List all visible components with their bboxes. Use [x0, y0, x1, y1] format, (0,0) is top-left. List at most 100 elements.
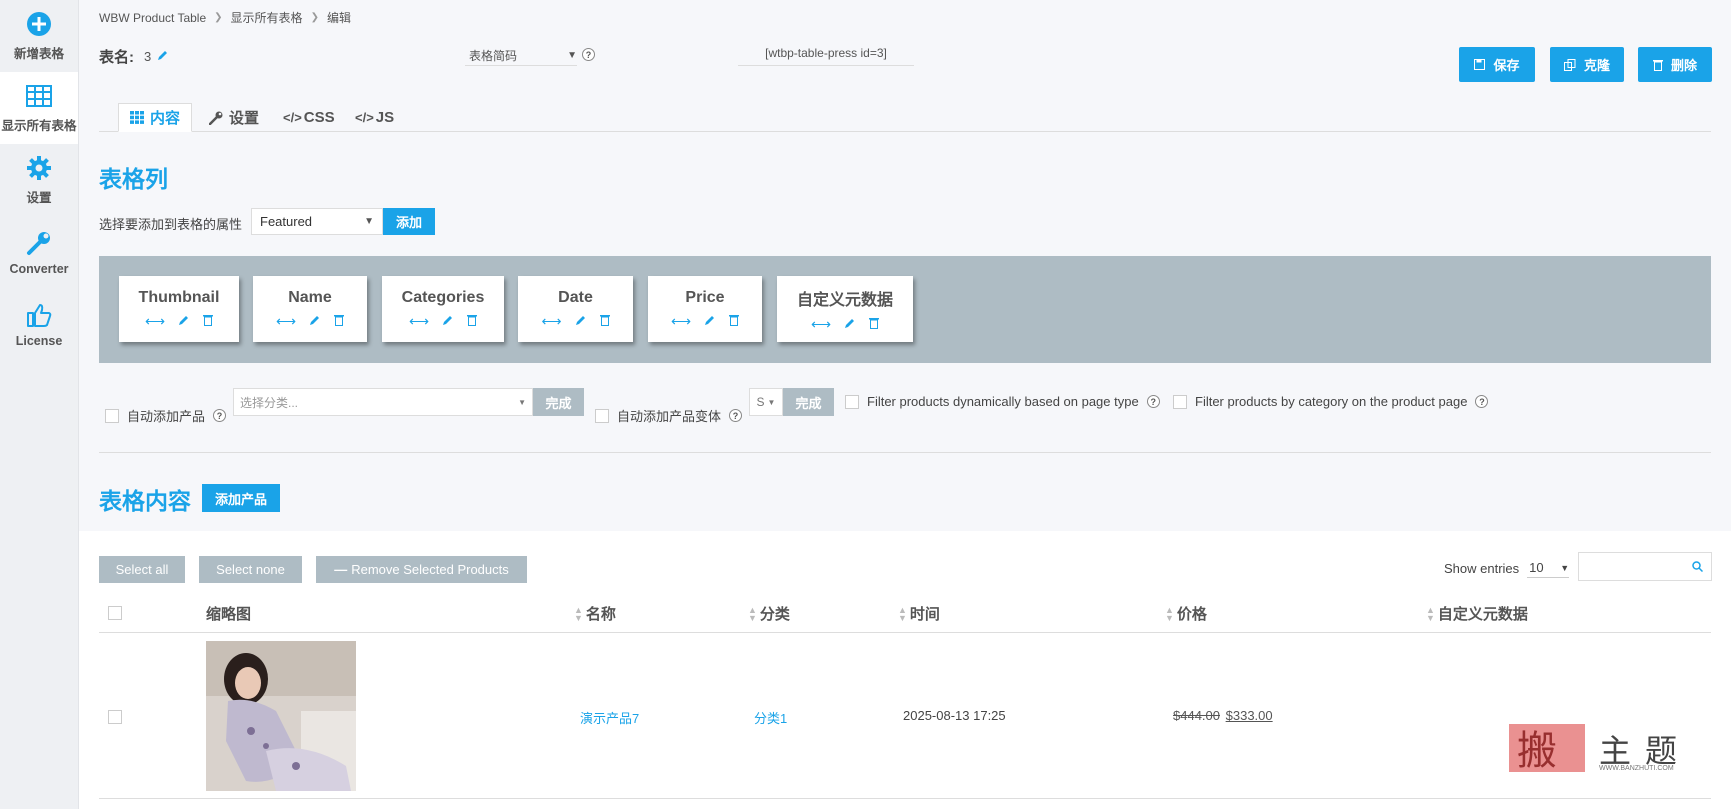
- auto-add-product-label: 自动添加产品: [127, 409, 206, 424]
- clone-icon: [1563, 58, 1576, 71]
- column-card-price[interactable]: Price ⟷: [648, 276, 762, 342]
- product-date: 2025-08-13 17:25: [903, 708, 1006, 723]
- auto-add-product-checkbox[interactable]: [105, 408, 119, 423]
- help-icon[interactable]: ?: [1146, 395, 1160, 408]
- resize-icon[interactable]: ⟷: [145, 313, 165, 330]
- delete-label: 删除: [1670, 58, 1697, 73]
- select-none-button[interactable]: Select none: [199, 556, 302, 583]
- add-column-button[interactable]: 添加: [383, 208, 435, 235]
- pencil-icon[interactable]: [157, 49, 169, 64]
- watermark-logo: 搬 主题 WWW.BANZHUTI.COM: [1507, 720, 1727, 780]
- column-card-categories[interactable]: Categories ⟷: [382, 276, 504, 342]
- sidebar-item-settings[interactable]: 设置: [0, 144, 78, 216]
- category-select[interactable]: 选择分类... ▼: [233, 388, 533, 416]
- column-header-category[interactable]: ▲ ▼ 分类: [748, 603, 790, 624]
- shortcode-select[interactable]: 表格简码 ▼: [465, 46, 577, 66]
- remove-selected-button[interactable]: — Remove Selected Products: [316, 556, 527, 583]
- filter-dynamic-option: Filter products dynamically based on pag…: [845, 394, 1160, 409]
- row-checkbox[interactable]: [108, 710, 122, 724]
- sidebar-item-add-table[interactable]: 新增表格: [0, 0, 78, 72]
- help-icon[interactable]: ?: [582, 48, 595, 61]
- help-icon[interactable]: ?: [729, 409, 743, 422]
- sort-icon: ▲ ▼: [748, 604, 757, 623]
- resize-icon[interactable]: ⟷: [276, 313, 296, 330]
- trash-icon[interactable]: [599, 314, 610, 329]
- pencil-icon[interactable]: [575, 314, 587, 329]
- resize-icon[interactable]: ⟷: [409, 313, 429, 330]
- column-card-date[interactable]: Date ⟷: [518, 276, 633, 342]
- column-header-name[interactable]: ▲ ▼ 名称: [574, 603, 616, 624]
- clone-button[interactable]: 克隆: [1550, 47, 1624, 82]
- show-entries: Show entries 10 ▼: [1444, 558, 1570, 578]
- tab-label: 设置: [229, 110, 260, 127]
- table-name-label: 表名:: [99, 49, 134, 66]
- column-header-date[interactable]: ▲ ▼ 时间: [898, 603, 940, 624]
- product-category-link[interactable]: 分类1: [754, 708, 787, 727]
- caret-down-icon: ▼: [567, 50, 577, 61]
- shortcode-text[interactable]: [wtbp-table-press id=3]: [738, 46, 914, 66]
- delete-button[interactable]: 删除: [1638, 47, 1712, 82]
- attribute-select[interactable]: Featured ▼: [251, 208, 383, 235]
- pencil-icon[interactable]: [442, 314, 454, 329]
- trash-icon[interactable]: [334, 314, 345, 329]
- auto-add-variation-checkbox[interactable]: [595, 408, 609, 423]
- sort-icon: ▲ ▼: [898, 604, 907, 623]
- select-all-checkbox[interactable]: [108, 606, 122, 620]
- sidebar-item-label: 设置: [26, 191, 52, 205]
- column-card-thumbnail[interactable]: Thumbnail ⟷: [119, 276, 239, 342]
- sort-icon: ▲ ▼: [1165, 604, 1174, 623]
- product-thumbnail[interactable]: [206, 641, 356, 791]
- trash-icon[interactable]: [729, 314, 740, 329]
- product-price: $444.00 $333.00: [1173, 708, 1273, 723]
- pencil-icon[interactable]: [178, 314, 190, 329]
- column-card-custom-meta[interactable]: 自定义元数据 ⟷: [777, 276, 913, 342]
- breadcrumb-link-plugin[interactable]: WBW Product Table: [99, 11, 206, 25]
- help-icon[interactable]: ?: [1475, 395, 1489, 408]
- trash-icon[interactable]: [869, 317, 880, 332]
- search-input[interactable]: [1578, 552, 1712, 581]
- watermark-url: WWW.BANZHUTI.COM: [1599, 765, 1674, 772]
- pencil-icon[interactable]: [309, 314, 321, 329]
- entries-select[interactable]: 10 ▼: [1527, 558, 1570, 578]
- trash-icon[interactable]: [203, 314, 214, 329]
- resize-icon[interactable]: ⟷: [541, 313, 561, 330]
- variation-select[interactable]: S ▼: [749, 388, 783, 416]
- sidebar-item-all-tables[interactable]: 显示所有表格: [0, 72, 78, 144]
- sidebar-item-label: Converter: [9, 261, 69, 276]
- variation-done-button[interactable]: 完成: [783, 388, 834, 416]
- remove-selected-label: Remove Selected Products: [351, 562, 509, 577]
- attribute-select-value: Featured: [260, 214, 313, 229]
- gear-icon: [25, 154, 53, 182]
- help-icon[interactable]: ?: [213, 409, 227, 422]
- add-product-button[interactable]: 添加产品: [202, 484, 280, 512]
- breadcrumb-link-all-tables[interactable]: 显示所有表格: [231, 9, 303, 26]
- column-header-custom-meta[interactable]: ▲ ▼ 自定义元数据: [1426, 603, 1528, 624]
- product-name-link[interactable]: 演示产品7: [580, 708, 639, 727]
- auto-add-product-option: 自动添加产品 ?: [105, 406, 227, 425]
- resize-icon[interactable]: ⟷: [811, 316, 831, 333]
- category-select-placeholder: 选择分类...: [240, 395, 299, 410]
- pencil-icon[interactable]: [844, 317, 856, 332]
- filter-dynamic-checkbox[interactable]: [845, 394, 859, 409]
- tab-content[interactable]: 内容: [118, 103, 193, 132]
- tab-js[interactable]: </> JS: [355, 103, 394, 132]
- filter-category-label: Filter products by category on the produ…: [1195, 394, 1468, 409]
- select-all-button[interactable]: Select all: [99, 556, 185, 583]
- column-card-name-col[interactable]: Name ⟷: [253, 276, 367, 342]
- product-old-price: $444.00: [1173, 708, 1220, 723]
- sidebar-item-license[interactable]: License: [0, 288, 78, 360]
- column-header-price[interactable]: ▲ ▼ 价格: [1165, 603, 1207, 624]
- caret-down-icon: ▼: [518, 397, 526, 407]
- column-card-name: Name: [288, 288, 332, 306]
- tab-css[interactable]: </> CSS: [283, 103, 335, 132]
- show-entries-label: Show entries: [1444, 560, 1520, 576]
- auto-add-variation-option: 自动添加产品变体 ?: [595, 406, 743, 425]
- sidebar-item-converter[interactable]: Converter: [0, 216, 78, 288]
- save-button[interactable]: 保存: [1459, 47, 1535, 82]
- filter-category-checkbox[interactable]: [1173, 394, 1187, 409]
- tab-settings[interactable]: 设置: [209, 103, 259, 132]
- trash-icon[interactable]: [467, 314, 478, 329]
- pencil-icon[interactable]: [704, 314, 716, 329]
- resize-icon[interactable]: ⟷: [671, 313, 691, 330]
- category-done-button[interactable]: 完成: [533, 388, 584, 416]
